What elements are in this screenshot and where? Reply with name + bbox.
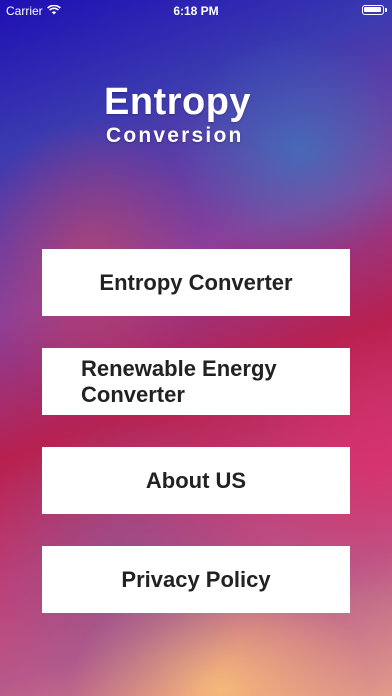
entropy-converter-button[interactable]: Entropy Converter (42, 249, 350, 316)
status-time: 6:18 PM (173, 4, 219, 18)
logo-subtitle: Conversion (106, 124, 244, 147)
privacy-policy-button[interactable]: Privacy Policy (42, 546, 350, 613)
logo-title: Entropy (104, 81, 252, 123)
about-us-label: About US (145, 467, 247, 493)
privacy-policy-label: Privacy Policy (121, 566, 271, 592)
about-us-button[interactable]: About US (42, 447, 350, 514)
status-bar: Carrier 6:18 PM (0, 0, 392, 22)
battery-full-icon (362, 5, 387, 15)
renewable-energy-converter-label: Renewable Energy Converter (81, 355, 277, 407)
renewable-energy-converter-button[interactable]: Renewable Energy Converter (42, 348, 350, 415)
app-logo: Entropy Conversion (104, 80, 251, 148)
entropy-converter-label: Entropy Converter (99, 269, 293, 295)
